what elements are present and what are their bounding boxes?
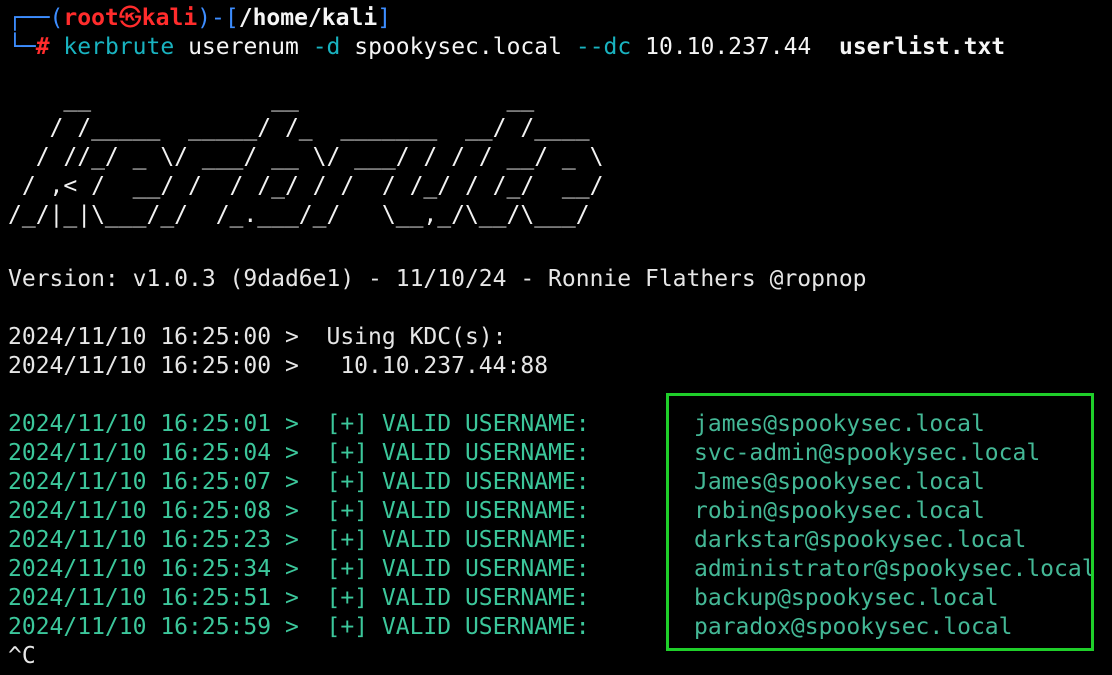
username-highlight-box [666, 393, 1094, 651]
command-flag-dc: --dc [575, 34, 632, 60]
result-row-prefix: 2024/11/10 16:25:51 > [+] VALID USERNAME… [8, 585, 590, 611]
prompt-corner-bottom: └─ [8, 34, 36, 60]
prompt-line-top: ┌──(root㉿kali)-[/home/kali] [8, 4, 391, 33]
kdc-address-line: 2024/11/10 16:25:00 > 10.10.237.44:88 [8, 353, 549, 379]
prompt-corner-top: ┌──( [8, 5, 64, 31]
prompt-at-icon: ㉿ [118, 5, 142, 31]
prompt-hash: # [35, 34, 50, 60]
result-row-prefix: 2024/11/10 16:25:23 > [+] VALID USERNAME… [8, 527, 590, 553]
prompt-separator: )-[ [197, 5, 239, 31]
command-domain: spookysec.local [354, 34, 562, 60]
result-row-prefix: 2024/11/10 16:25:34 > [+] VALID USERNAME… [8, 556, 590, 582]
interrupt-signal: ^C [8, 643, 36, 669]
result-row-prefix: 2024/11/10 16:25:07 > [+] VALID USERNAME… [8, 469, 590, 495]
command-flag-domain: -d [312, 34, 341, 60]
result-row-prefix: 2024/11/10 16:25:01 > [+] VALID USERNAME… [8, 411, 590, 437]
prompt-user: root [63, 5, 119, 31]
prompt-close-bracket: ] [377, 5, 392, 31]
command-subcommand: userenum [188, 34, 299, 60]
command-dc-ip: 10.10.237.44 [645, 34, 812, 60]
kerbrute-banner: __ __ __ / /_____ _____/ /_ _______ __/ … [8, 86, 604, 228]
command-tool: kerbrute [63, 34, 175, 60]
result-row-prefix: 2024/11/10 16:25:04 > [+] VALID USERNAME… [8, 440, 590, 466]
prompt-host: kali [141, 5, 198, 31]
command-line[interactable]: └─# kerbrute userenum -d spookysec.local… [8, 33, 1005, 62]
version-line: Version: v1.0.3 (9dad6e1) - 11/10/24 - R… [8, 266, 867, 292]
result-row-prefix: 2024/11/10 16:25:59 > [+] VALID USERNAME… [8, 614, 590, 640]
command-wordlist: userlist.txt [838, 34, 1006, 60]
prompt-path: /home/kali [238, 5, 378, 31]
kdc-line: 2024/11/10 16:25:00 > Using KDC(s): [8, 324, 507, 350]
result-row-prefix: 2024/11/10 16:25:08 > [+] VALID USERNAME… [8, 498, 590, 524]
